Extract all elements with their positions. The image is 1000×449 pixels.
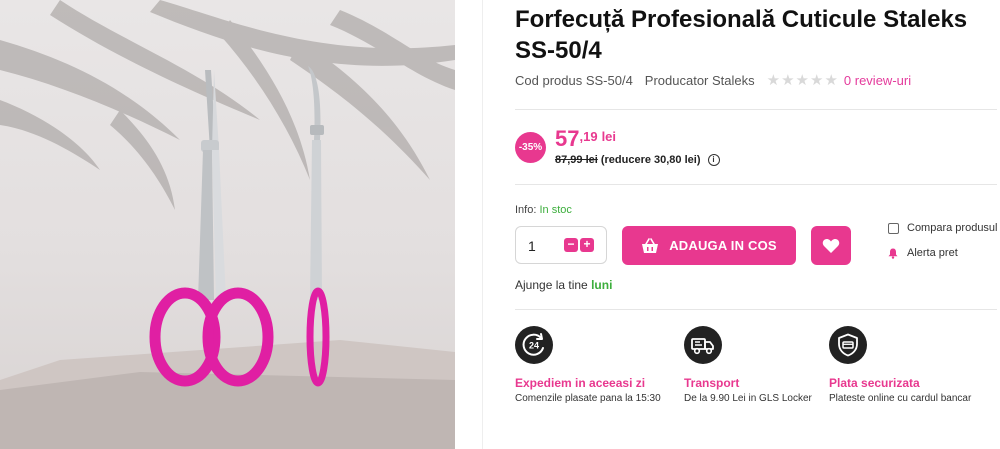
info-icon[interactable]: i (707, 154, 720, 166)
product-image[interactable] (0, 0, 455, 449)
feature-subtitle: Comenzile plasate pana la 15:30 (515, 393, 661, 404)
quantity-input[interactable]: 1 (528, 238, 536, 254)
divider (515, 309, 997, 310)
truck-icon (684, 326, 722, 364)
stock-label: Info: (515, 204, 537, 216)
feature-title: Expediem in aceeasi zi (515, 376, 646, 390)
bell-icon (888, 248, 898, 259)
feature-secure-payment: Plata securizata Plateste online cu card… (829, 326, 971, 404)
add-to-cart-label: ADAUGA IN COS (669, 238, 777, 253)
feature-title: Plata securizata (829, 376, 920, 390)
reduction-amount: (reducere 30,80 lei) (600, 154, 701, 166)
star-icon: ★ (824, 72, 838, 89)
current-price: 57 ,19 lei (555, 126, 616, 152)
delivery-label: Ajunge la tine (515, 278, 588, 292)
feature-transport: Transport De la 9.90 Lei in GLS Locker (684, 326, 812, 404)
feature-subtitle: Plateste online cu cardul bancar (829, 393, 972, 404)
delivery-estimate: Ajunge la tine luni (515, 278, 612, 292)
rating-stars[interactable]: ★ ★ ★ ★ ★ (767, 73, 838, 88)
price-integer: 57 (555, 126, 580, 151)
product-title: Forfecuță Profesională Cuticule Staleks … (515, 6, 968, 64)
quantity-increase-button[interactable]: + (580, 238, 594, 252)
quantity-decrease-button[interactable]: − (564, 238, 578, 252)
wishlist-button[interactable] (811, 226, 851, 265)
star-icon: ★ (781, 72, 795, 89)
divider (515, 109, 997, 110)
svg-text:24: 24 (529, 341, 539, 351)
product-producer[interactable]: Producator Staleks (645, 73, 755, 88)
product-code: Cod produs SS-50/4 (515, 73, 633, 88)
basket-icon (642, 237, 659, 253)
product-meta: Cod produs SS-50/4 Producator Staleks ★ … (515, 73, 911, 88)
old-price-row: 87,99 lei (reducere 30,80 lei) i (555, 154, 720, 166)
add-to-cart-button[interactable]: ADAUGA IN COS (622, 226, 796, 265)
scissors-photo (0, 0, 455, 449)
old-price: 87,99 lei (555, 154, 598, 166)
price-alert-option[interactable]: Alerta pret (888, 247, 958, 259)
star-icon: ★ (766, 72, 781, 89)
reviews-link[interactable]: 0 review-uri (844, 73, 911, 88)
price-decimals: ,19 (579, 129, 598, 144)
compare-option[interactable]: Compara produsul (888, 222, 998, 234)
clock-24-icon: 24 (515, 326, 553, 364)
price-currency: lei (601, 129, 617, 144)
compare-checkbox[interactable] (888, 222, 899, 234)
heart-icon (822, 238, 840, 253)
star-icon: ★ (795, 72, 809, 89)
feature-same-day: 24 Expediem in aceeasi zi Comenzile plas… (515, 326, 661, 404)
product-info: Forfecuță Profesională Cuticule Staleks … (515, 0, 1000, 449)
feature-subtitle: De la 9.90 Lei in GLS Locker (684, 393, 812, 404)
stock-info: Info: In stoc (515, 204, 572, 216)
compare-label: Compara produsul (907, 222, 998, 234)
feature-title: Transport (684, 376, 740, 390)
discount-badge: -35% (515, 132, 546, 163)
quantity-stepper[interactable]: 1 − + (515, 226, 607, 264)
column-divider (482, 0, 483, 449)
star-icon: ★ (810, 72, 824, 89)
stock-status: In stoc (539, 204, 572, 216)
delivery-day: luni (591, 278, 613, 292)
shield-check-icon (829, 326, 867, 364)
divider (515, 184, 997, 185)
price-alert-label: Alerta pret (907, 247, 958, 259)
